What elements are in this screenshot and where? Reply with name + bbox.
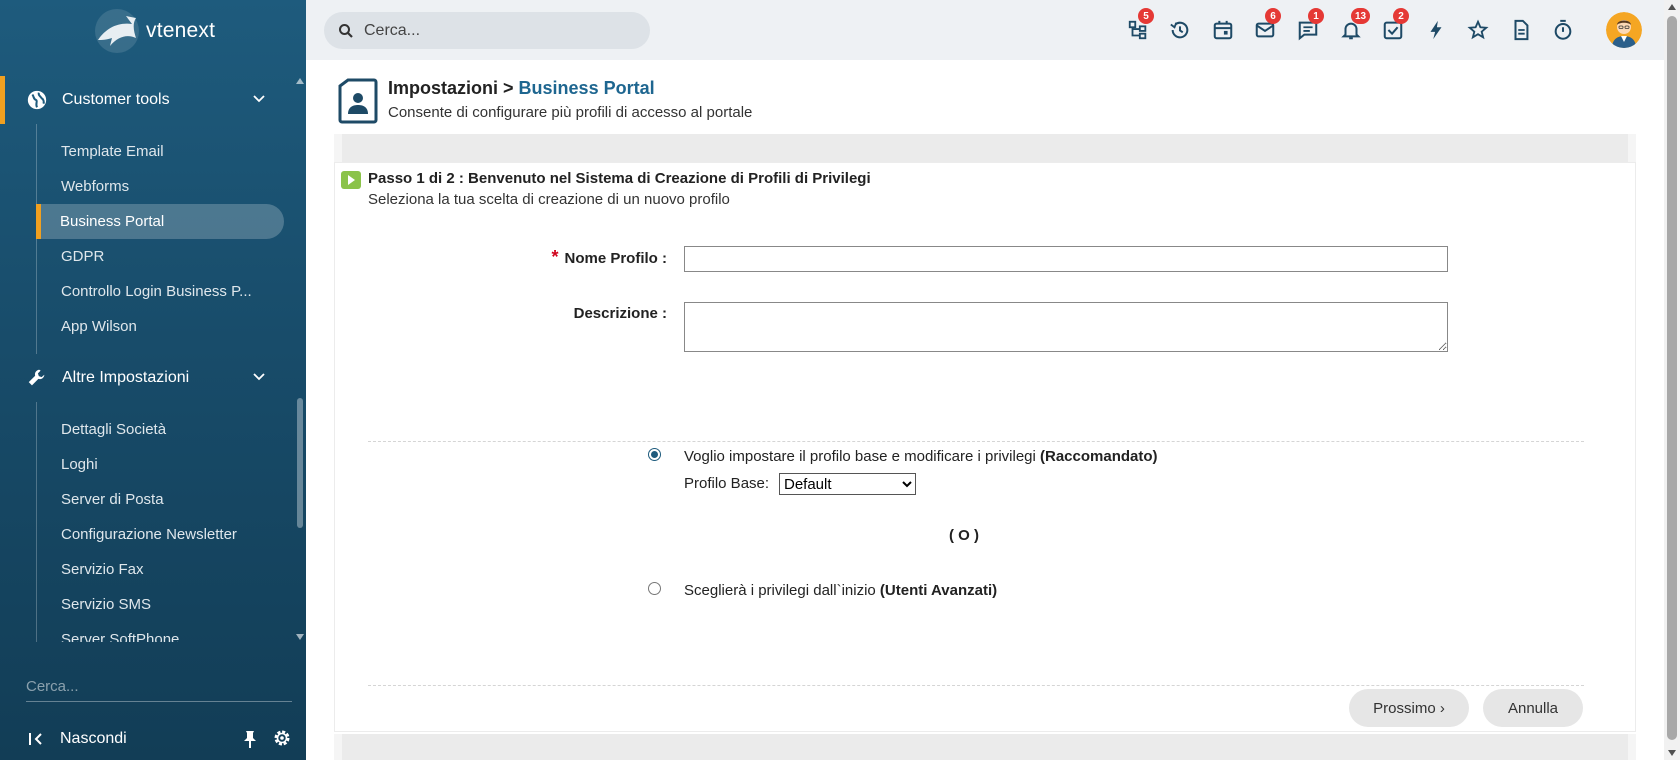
contact-card-icon [338,78,378,124]
or-separator: ( O ) [949,527,979,544]
next-button[interactable]: Prossimo › [1349,689,1469,727]
sidebar-item-configurazione-newsletter[interactable]: Configurazione Newsletter [37,517,285,552]
option-advanced-text: Sceglierà i privilegi dall`inizio [684,582,876,599]
sidebar-nav: Customer tools Template Email Webforms B… [0,76,294,642]
sidebar-item-servizio-fax[interactable]: Servizio Fax [37,552,285,587]
breadcrumb-root[interactable]: Impostazioni > [388,78,514,98]
divider [368,685,1584,686]
cancel-button[interactable]: Annulla [1483,689,1583,727]
wrench-icon [26,367,48,389]
profile-name-label-text: Nome Profilo : [564,250,667,267]
user-avatar[interactable] [1606,12,1642,48]
collapse-sidebar-icon[interactable] [26,729,46,749]
description-textarea[interactable] [684,302,1448,352]
hide-sidebar-label[interactable]: Nascondi [60,730,127,748]
scroll-down-arrow-icon[interactable] [1668,750,1676,756]
star-icon[interactable] [1466,18,1490,42]
profile-name-label: * Nome Profilo : [551,247,667,268]
radio-base-profile[interactable] [648,448,661,461]
scroll-up-arrow-icon[interactable] [296,78,304,84]
notification-badge: 1 [1308,8,1324,24]
globe-icon [26,89,48,111]
option-advanced-label[interactable]: Sceglierà i privilegi dall`inizio (Utent… [684,582,997,599]
window-scrollbar-thumb[interactable] [1667,16,1677,740]
sidebar-item-business-portal[interactable]: Business Portal [36,204,284,239]
app-logo[interactable]: vtenext [92,6,215,56]
sidebar-item-server-softphone[interactable]: Server SoftPhone [37,622,285,642]
hierarchy-icon[interactable]: 5 [1126,8,1154,42]
sidebar-section-customer-tools[interactable]: Customer tools [0,76,294,124]
step-title: Passo 1 di 2 : Benvenuto nel Sistema di … [368,170,871,187]
base-profile-label: Profilo Base: [684,475,770,492]
sidebar-item-template-email[interactable]: Template Email [37,134,285,169]
scroll-up-arrow-icon[interactable] [1668,4,1676,10]
step-subtitle: Seleziona la tua scelta di creazione di … [368,191,730,208]
sidebar-item-app-wilson[interactable]: App Wilson [37,309,285,344]
radio-advanced-users[interactable] [648,582,661,595]
timer-icon[interactable] [1551,18,1575,42]
search-icon [339,23,353,38]
scroll-down-arrow-icon[interactable] [296,634,304,640]
logo-text: vtenext [146,19,216,42]
sidebar-item-controllo-login[interactable]: Controllo Login Business P... [37,274,285,309]
option-base-profile-label[interactable]: Voglio impostare il profilo base e modif… [684,448,1158,465]
notification-badge: 13 [1351,8,1371,24]
sidebar-section-label: Customer tools [62,91,170,108]
sidebar-search-input[interactable] [26,672,292,702]
notification-badge: 6 [1265,8,1281,24]
required-marker: * [551,247,559,267]
sidebar-scrollbar[interactable] [294,76,306,642]
shark-logo-icon [95,9,139,53]
panel-top-bar [334,134,1636,162]
sidebar-item-webforms[interactable]: Webforms [37,169,285,204]
notification-badge: 5 [1138,8,1154,24]
gear-icon[interactable] [272,728,292,748]
profile-wizard-panel: Passo 1 di 2 : Benvenuto nel Sistema di … [334,162,1636,732]
breadcrumb-current[interactable]: Business Portal [519,78,655,98]
tasks-icon[interactable]: 2 [1381,8,1409,42]
sidebar-item-gdpr[interactable]: GDPR [37,239,285,274]
option-base-profile-text: Voglio impostare il profilo base e modif… [684,448,1036,465]
chat-icon[interactable]: 1 [1296,8,1324,42]
sidebar-subgroup-customer-tools: Template Email Webforms Business Portal … [36,124,294,354]
sidebar-section-label: Altre Impostazioni [62,369,190,386]
bell-icon[interactable]: 13 [1339,8,1371,42]
sidebar-subgroup-altre-impostazioni: Dettagli Società Loghi Server di Posta C… [36,402,294,642]
mail-icon[interactable]: 6 [1253,8,1281,42]
sidebar-section-altre-impostazioni[interactable]: Altre Impostazioni [0,354,294,402]
notification-badge: 2 [1393,8,1409,24]
document-icon[interactable] [1509,18,1533,42]
chevron-down-icon [253,373,265,381]
sidebar-item-servizio-sms[interactable]: Servizio SMS [37,587,285,622]
page-subtitle: Consente di configurare più profili di a… [388,104,753,121]
sidebar-scrollbar-thumb[interactable] [297,398,303,528]
chevron-down-icon [253,95,265,103]
calendar-icon[interactable] [1211,18,1235,42]
sidebar-item-dettagli-societa[interactable]: Dettagli Società [37,412,285,447]
global-search[interactable] [324,12,650,49]
window-scrollbar[interactable] [1664,0,1680,760]
option-base-profile-bold: (Raccomandato) [1040,448,1158,465]
base-profile-select[interactable]: Default [779,473,916,495]
pin-icon[interactable] [240,729,260,749]
lightning-icon[interactable] [1424,18,1448,42]
step-arrow-icon [341,171,361,189]
sidebar-item-server-di-posta[interactable]: Server di Posta [37,482,285,517]
top-bar: 5 6 1 13 2 [306,0,1664,60]
sidebar-item-loghi[interactable]: Loghi [37,447,285,482]
page-title: Impostazioni > Business Portal [388,78,655,99]
profile-name-input[interactable] [684,246,1448,272]
sidebar: vtenext Customer tools Template Email We… [0,0,306,760]
sidebar-footer: Nascondi [0,722,306,756]
divider [368,441,1584,442]
history-icon[interactable] [1168,18,1192,42]
description-label: Descrizione : [573,305,667,322]
option-advanced-bold: (Utenti Avanzati) [879,582,998,599]
panel-bottom-bar [334,734,1636,760]
search-input[interactable] [364,21,634,40]
